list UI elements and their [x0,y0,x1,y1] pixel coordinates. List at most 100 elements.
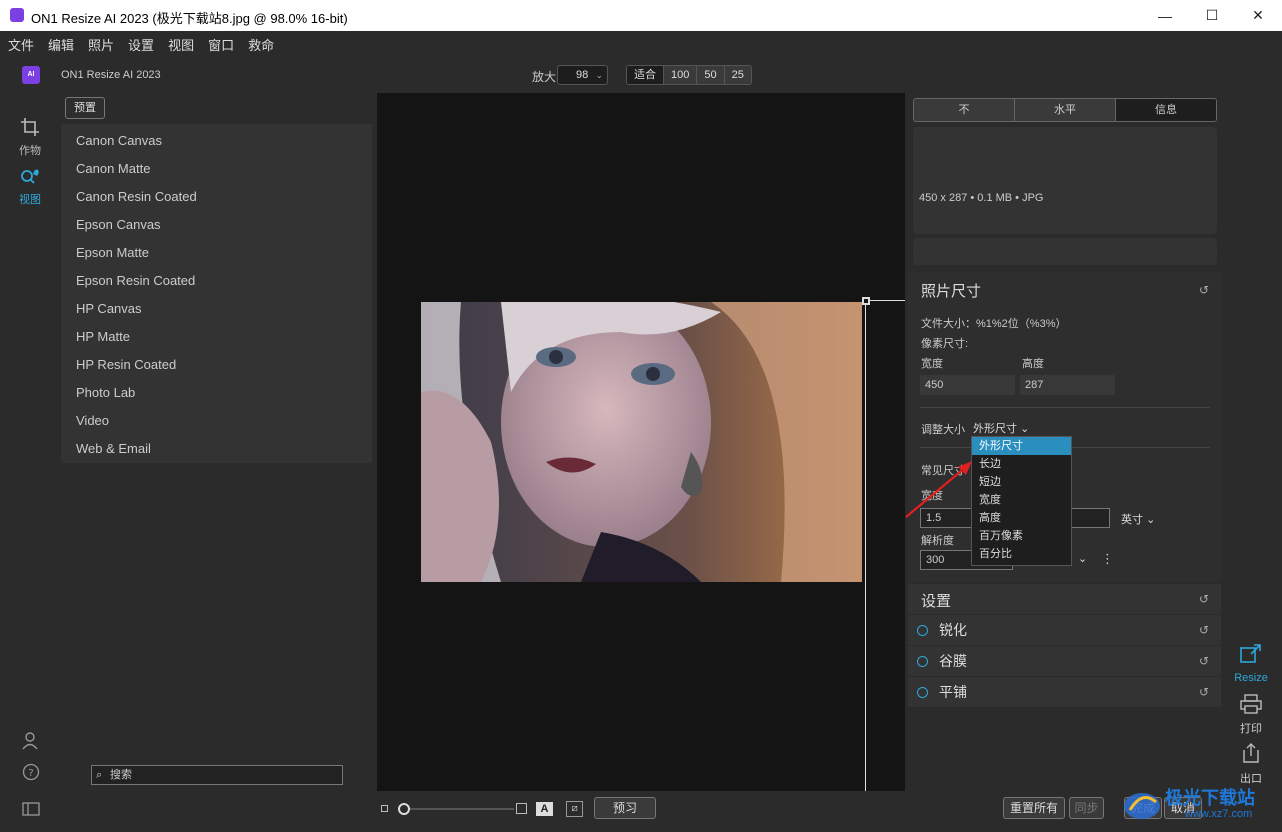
menu-bar: 文件 编辑 照片 设置 视图 窗口 救命 [0,31,1282,57]
window-title: ON1 Resize AI 2023 (极光下载站8.jpg @ 98.0% 1… [31,11,348,26]
list-item[interactable]: Photo Lab [61,379,372,407]
crop-label: 作物 [19,145,41,157]
maximize-button[interactable]: ☐ [1189,0,1235,31]
list-item[interactable]: Epson Canvas [61,211,372,239]
zoom-100-button[interactable]: 100 [664,66,698,84]
resize-module[interactable]: Resize [1227,644,1275,684]
pixel-height-field: 287 [1020,375,1115,395]
print-module[interactable]: 打印 [1227,694,1275,736]
crop-tool[interactable]: 作物 [14,117,46,158]
zoom-50-button[interactable]: 50 [697,66,725,84]
help-icon[interactable]: ? [22,763,40,784]
reset-icon[interactable]: ↺ [1199,283,1209,297]
zoom-in-icon[interactable] [516,803,527,814]
settings-title: 设置 [921,593,952,610]
zoom-value: 98 [576,69,589,81]
search-placeholder: 搜索 [110,769,132,781]
reset-all-button[interactable]: 重置所有 [1003,797,1065,819]
zoom-slider-handle[interactable] [398,803,410,815]
view-tool[interactable]: 视图 [14,166,46,207]
crop-guide[interactable] [865,300,866,791]
tab-horizontal[interactable]: 水平 [1015,99,1116,121]
dropdown-item[interactable]: 百分比 [972,545,1071,563]
menu-settings[interactable]: 设置 [128,35,154,54]
print-label: 打印 [1240,723,1262,735]
reset-icon[interactable]: ↺ [1199,623,1209,637]
unit-select[interactable]: 英寸 ⌄ [1121,511,1155,527]
reset-icon[interactable]: ↺ [1199,654,1209,668]
more-icon[interactable]: ⋮ [1101,551,1114,567]
list-item[interactable]: Video [61,407,372,435]
menu-window[interactable]: 窗口 [208,35,234,54]
list-item[interactable]: Canon Matte [61,155,372,183]
zoom-select[interactable]: 98 ⌄ [557,65,608,85]
dropdown-item[interactable]: 高度 [972,509,1071,527]
toggle-icon[interactable] [917,656,928,667]
zoom-label: 放大 [532,70,557,84]
menu-edit[interactable]: 编辑 [48,35,74,54]
toggle-icon[interactable] [917,687,928,698]
tab-info[interactable]: 信息 [1116,99,1216,121]
sharpen-label: 锐化 [939,622,967,638]
menu-help[interactable]: 救命 [248,35,274,54]
app-name: ON1 Resize AI 2023 [61,69,161,81]
toggle-icon[interactable] [917,625,928,636]
list-item[interactable]: Epson Matte [61,239,372,267]
zoom-fit-button[interactable]: 适合 [627,66,664,84]
compare-icon[interactable]: ⧄ [566,801,583,817]
preview-photo [421,302,862,582]
settings-header[interactable] [908,584,1221,614]
watermark-url: www.xz7.com [1185,808,1253,820]
list-item[interactable]: HP Canvas [61,295,372,323]
list-item[interactable]: HP Matte [61,323,372,351]
menu-view[interactable]: 视图 [168,35,194,54]
reset-icon[interactable]: ↺ [1199,685,1209,699]
search-icon: ⌕ [96,769,103,781]
film-label: 谷膜 [939,653,967,669]
export-icon [1227,742,1275,770]
width-label: 宽度 [921,358,943,370]
title-bar: ON1 Resize AI 2023 (极光下载站8.jpg @ 98.0% 1… [0,0,1282,31]
info-box-secondary [913,238,1217,265]
crop-guide[interactable] [865,300,905,301]
app-logo-icon: AI [22,66,40,84]
height-label: 高度 [1022,358,1044,370]
sync-button[interactable]: 同步 [1069,797,1104,819]
menu-file[interactable]: 文件 [8,35,34,54]
dropdown-item[interactable]: 外形尺寸 [972,437,1071,455]
text-overlay-icon[interactable]: A [536,802,553,816]
tab-none[interactable]: 不 [914,99,1015,121]
preset-list: Canon Canvas Canon Matte Canon Resin Coa… [61,127,372,463]
minimize-button[interactable]: — [1142,0,1188,31]
dropdown-item[interactable]: 百万像素 [972,527,1071,545]
zoom-25-button[interactable]: 25 [724,66,751,84]
view-icon [14,166,46,191]
crop-handle[interactable] [862,297,870,305]
dropdown-item[interactable]: 短边 [972,473,1071,491]
menu-photo[interactable]: 照片 [88,35,114,54]
zoom-out-icon[interactable] [381,805,388,812]
list-item[interactable]: Web & Email [61,435,372,463]
printer-icon [1227,694,1275,720]
preview-button[interactable]: 预习 [594,797,656,819]
dropdown-item[interactable]: 宽度 [972,491,1071,509]
resize-mode-select[interactable]: 外形尺寸 ⌄ [973,420,1029,436]
list-item[interactable]: HP Resin Coated [61,351,372,379]
pixel-width-field: 450 [920,375,1015,395]
info-tabs: 不 水平 信息 [913,98,1217,122]
chevron-down-icon[interactable]: ⌄ [1078,552,1087,565]
list-item[interactable]: Epson Resin Coated [61,267,372,295]
list-item[interactable]: Canon Canvas [61,127,372,155]
preset-button[interactable]: 预置 [65,97,105,119]
zoom-button-group: 适合 100 50 25 [626,65,752,85]
zoom-slider-track[interactable] [404,808,514,810]
panel-toggle-icon[interactable] [22,802,40,819]
reset-icon[interactable]: ↺ [1199,592,1209,606]
user-icon[interactable] [22,731,40,754]
close-button[interactable]: ✕ [1235,0,1281,31]
search-input[interactable]: ⌕ 搜索 [91,765,343,785]
photo-size-title: 照片尺寸 [921,283,982,300]
list-item[interactable]: Canon Resin Coated [61,183,372,211]
unit-value: 英寸 [1121,514,1143,526]
dropdown-item[interactable]: 长边 [972,455,1071,473]
